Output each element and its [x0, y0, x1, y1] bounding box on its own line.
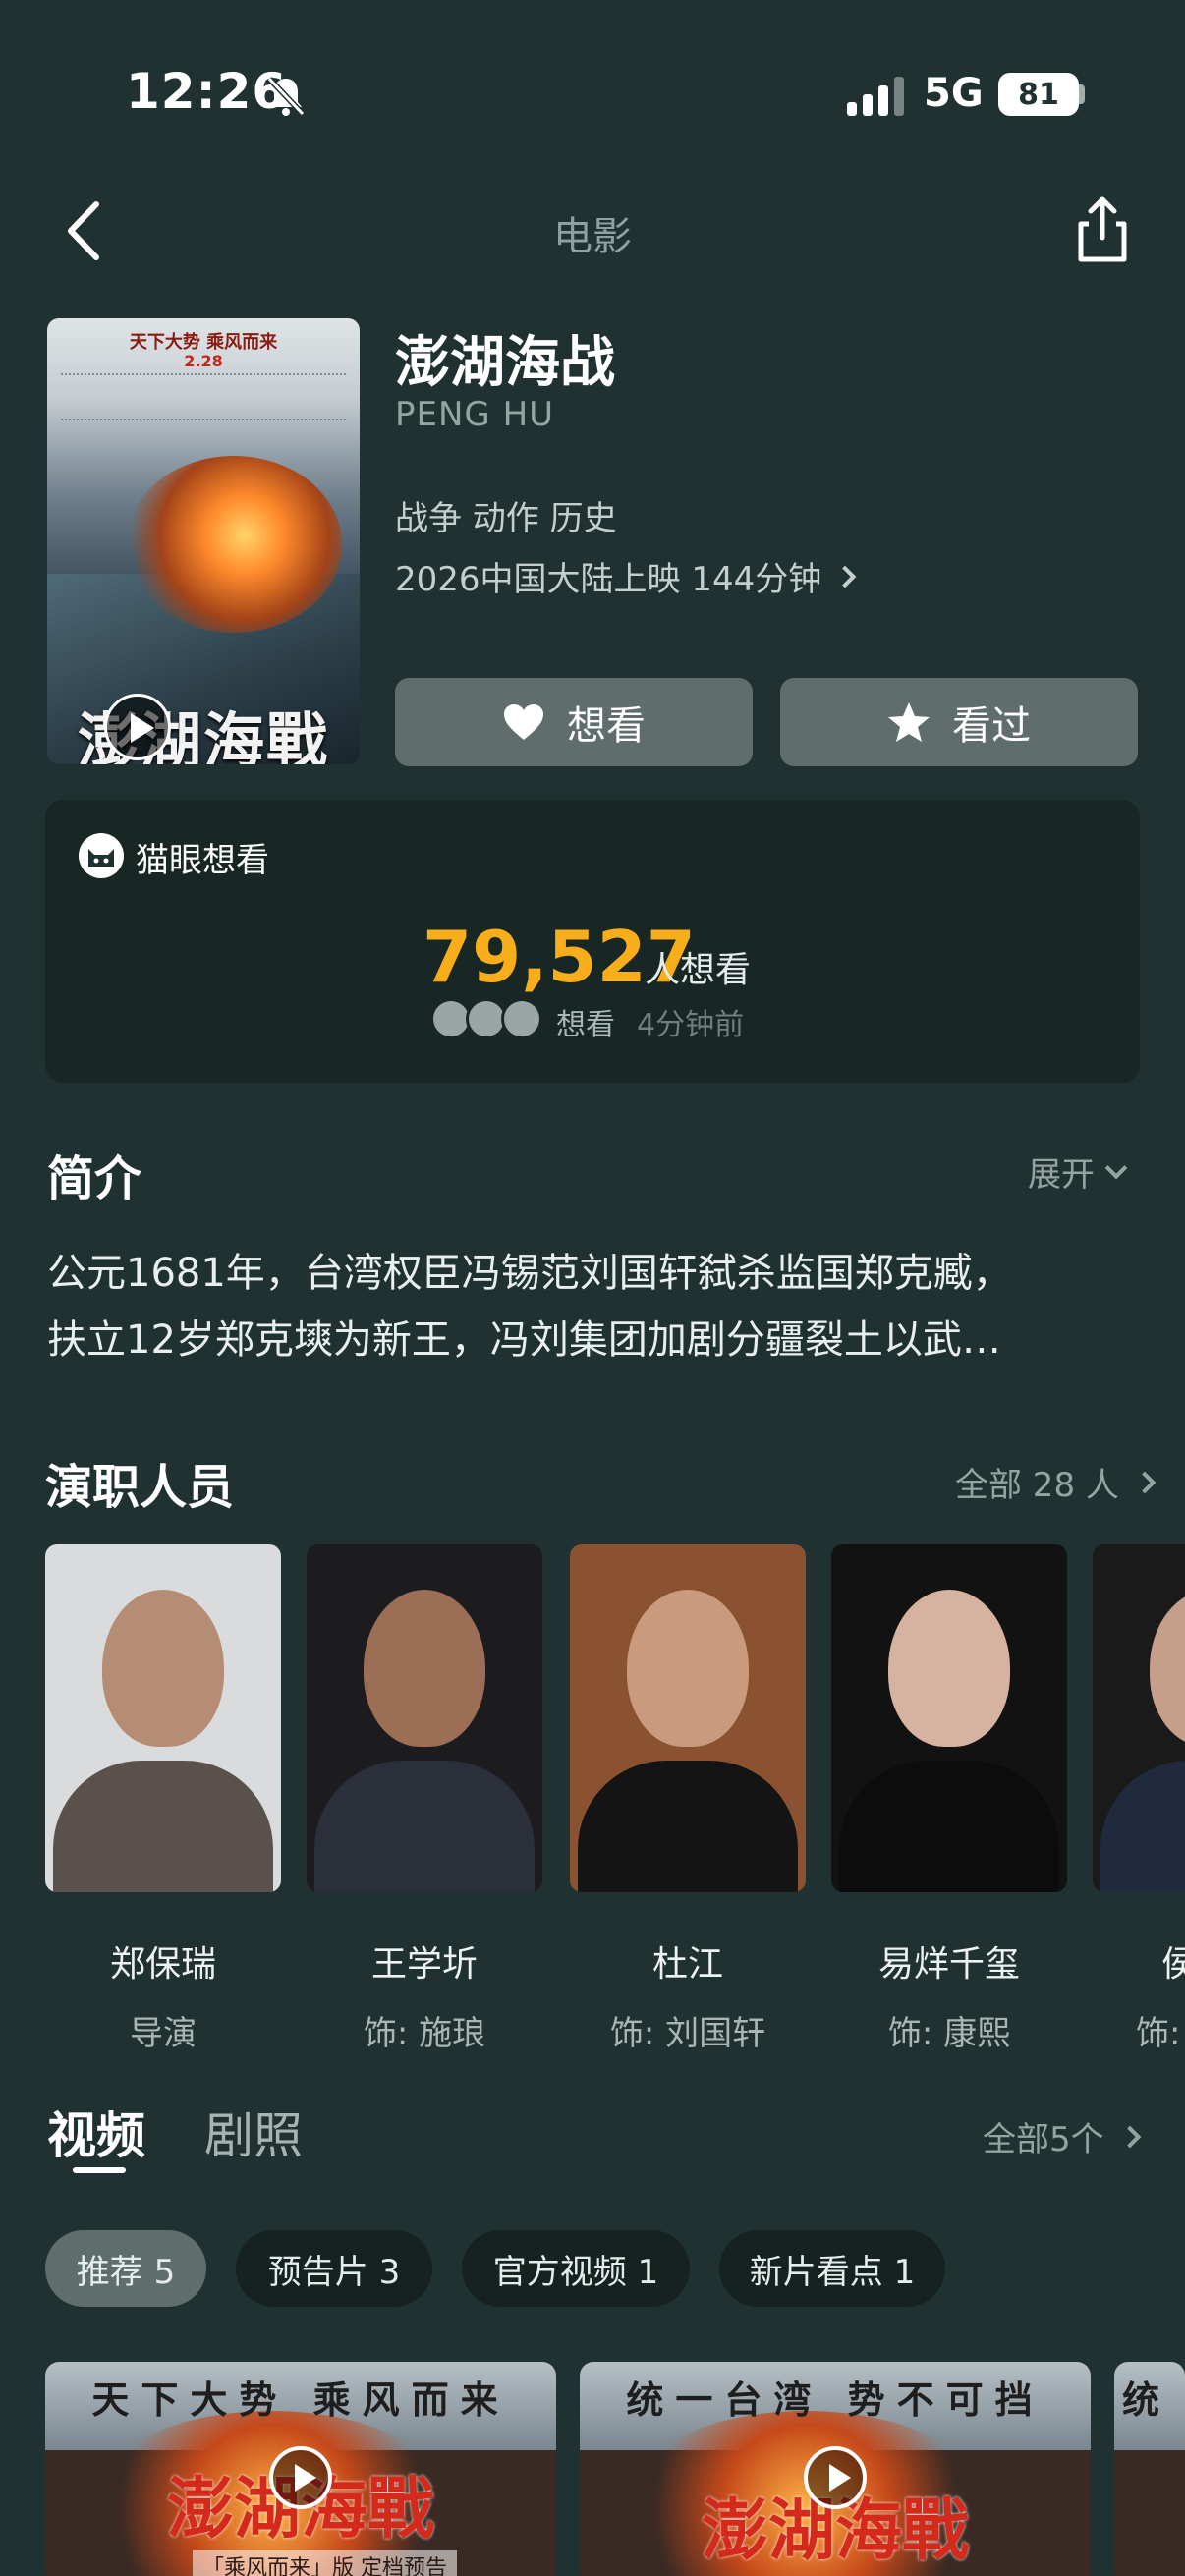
thumb-slogan: 统 — [1122, 2378, 1172, 2422]
chip-official-video[interactable]: 官方视频 1 — [462, 2230, 690, 2307]
cast-name: 杜江 — [651, 1944, 723, 1985]
seen-label: 看过 — [952, 703, 1031, 749]
movie-english-title: PENG HU — [395, 395, 555, 434]
tab-video[interactable]: 视频 — [47, 2097, 145, 2167]
cast-head — [364, 1590, 485, 1747]
share-icon[interactable] — [1071, 195, 1134, 265]
maoyan-cat-icon — [79, 833, 124, 878]
cast-card[interactable]: 王学圻 饰: 施琅 — [307, 1544, 542, 2054]
video-thumbnail[interactable]: 天下大势 乘风而来 澎湖海戰 「乘风而来」版 定档预告 — [45, 2362, 556, 2576]
intro-text[interactable]: 公元1681年，台湾权臣冯锡范刘国轩弑杀监国郑克臧， 扶立12岁郑克塽为新王，冯… — [47, 1240, 1148, 1373]
chip-recommended[interactable]: 推荐 5 — [45, 2230, 206, 2307]
recent-want-time: 4分钟前 — [637, 1008, 745, 1042]
cast-role: 饰: — [1136, 2014, 1181, 2053]
battery-level: 81 — [1018, 77, 1059, 112]
release-info: 2026中国大陆上映 144分钟 — [395, 560, 822, 599]
expand-label: 展开 — [1028, 1155, 1095, 1195]
movie-genres: 战争 动作 历史 — [395, 499, 617, 538]
chevron-right-icon — [833, 565, 857, 588]
cast-photo — [831, 1544, 1067, 1892]
cast-card[interactable]: 易烊千玺 饰: 康熙 — [831, 1544, 1067, 2054]
cast-head — [102, 1590, 224, 1747]
video-all-link[interactable]: 全部5个 — [983, 2112, 1141, 2160]
battery-icon: 81 — [998, 73, 1079, 116]
cast-photo — [307, 1544, 542, 1892]
chevron-right-icon — [1118, 2125, 1141, 2148]
cast-name: 王学圻 — [370, 1944, 478, 1985]
cast-body — [839, 1761, 1059, 1892]
cast-body — [53, 1761, 273, 1892]
chip-trailer[interactable]: 预告片 3 — [236, 2230, 432, 2307]
release-info-link[interactable]: 2026中国大陆上映 144分钟 — [395, 552, 857, 600]
avatar — [501, 998, 542, 1039]
tab-stills[interactable]: 剧照 — [204, 2097, 303, 2167]
cast-all-label: 全部 28 人 — [955, 1466, 1119, 1505]
tab-active-indicator — [73, 2167, 126, 2173]
cast-title: 演职人员 — [45, 1460, 235, 1515]
cast-head — [627, 1590, 749, 1747]
cast-name: 侯 — [1161, 1944, 1185, 1985]
chevron-right-icon — [1133, 1471, 1157, 1493]
play-icon[interactable] — [269, 2446, 332, 2509]
recent-want-label: 想看 — [556, 1008, 615, 1042]
cast-role: 饰: 刘国轩 — [609, 2014, 766, 2053]
cast-photo — [570, 1544, 806, 1892]
cast-role: 饰: 施琅 — [363, 2014, 486, 2053]
want-count-unit: 人想看 — [645, 950, 752, 990]
video-all-label: 全部5个 — [983, 2120, 1104, 2159]
chevron-down-icon — [1104, 1156, 1128, 1179]
cast-all-link[interactable]: 全部 28 人 — [955, 1458, 1157, 1506]
play-icon[interactable] — [104, 694, 171, 760]
seen-button[interactable]: 看过 — [780, 678, 1138, 766]
thumb-slogan: 统一台湾 势不可挡 — [626, 2378, 1044, 2422]
movie-title: 澎湖海战 — [395, 331, 615, 395]
cast-card[interactable]: 侯 饰: — [1093, 1544, 1185, 2054]
play-icon[interactable] — [804, 2446, 867, 2509]
cast-photo — [1093, 1544, 1185, 1892]
heart-icon — [504, 704, 543, 740]
star-icon — [888, 702, 930, 742]
intro-title: 简介 — [47, 1151, 142, 1206]
poster-credits — [61, 373, 346, 420]
cast-photo — [45, 1544, 281, 1892]
poster-tagline: 天下大势 乘风而来 — [129, 332, 278, 353]
video-thumbnail[interactable]: 统 — [1114, 2362, 1185, 2576]
cast-card[interactable]: 郑保瑞 导演 — [45, 1544, 281, 2054]
cast-card[interactable]: 杜江 饰: 刘国轩 — [570, 1544, 806, 2054]
cast-name: 郑保瑞 — [109, 1944, 216, 1985]
movie-poster[interactable]: 天下大势 乘风而来 2.28 澎湖海戰 — [47, 318, 360, 764]
poster-title: 澎湖海戰 — [77, 705, 329, 764]
bell-muted-icon — [266, 76, 306, 117]
chip-highlights[interactable]: 新片看点 1 — [719, 2230, 945, 2307]
cast-body — [578, 1761, 798, 1892]
cast-body — [314, 1761, 535, 1892]
cast-body — [1100, 1761, 1185, 1892]
poster-fire — [126, 456, 342, 633]
cast-head — [888, 1590, 1010, 1747]
intro-line-2: 扶立12岁郑克塽为新王，冯刘集团加剧分疆裂土以武… — [47, 1317, 1001, 1363]
cast-name: 易烊千玺 — [877, 1944, 1020, 1985]
page-title: 电影 — [553, 214, 632, 259]
cast-role: 饰: 康熙 — [887, 2014, 1011, 2053]
poster-date: 2.28 — [184, 352, 223, 370]
want-card-label: 猫眼想看 — [136, 841, 269, 880]
intro-expand-button[interactable]: 展开 — [1028, 1148, 1128, 1196]
video-thumbnail[interactable]: 统一台湾 势不可挡 澎湖海戰 — [580, 2362, 1091, 2576]
cast-head — [1150, 1590, 1185, 1747]
network-type: 5G — [924, 71, 984, 116]
intro-line-1: 公元1681年，台湾权臣冯锡范刘国轩弑杀监国郑克臧， — [47, 1251, 1012, 1296]
recent-avatars — [430, 998, 544, 1039]
want-label: 想看 — [567, 703, 646, 749]
signal-icon — [847, 77, 904, 116]
cast-role: 导演 — [130, 2014, 197, 2053]
thumb-caption: 「乘风而来」版 定档预告 — [193, 2550, 457, 2576]
battery-cap — [1079, 84, 1085, 104]
want-button[interactable]: 想看 — [395, 678, 753, 766]
thumb-slogan: 天下大势 乘风而来 — [91, 2378, 510, 2422]
